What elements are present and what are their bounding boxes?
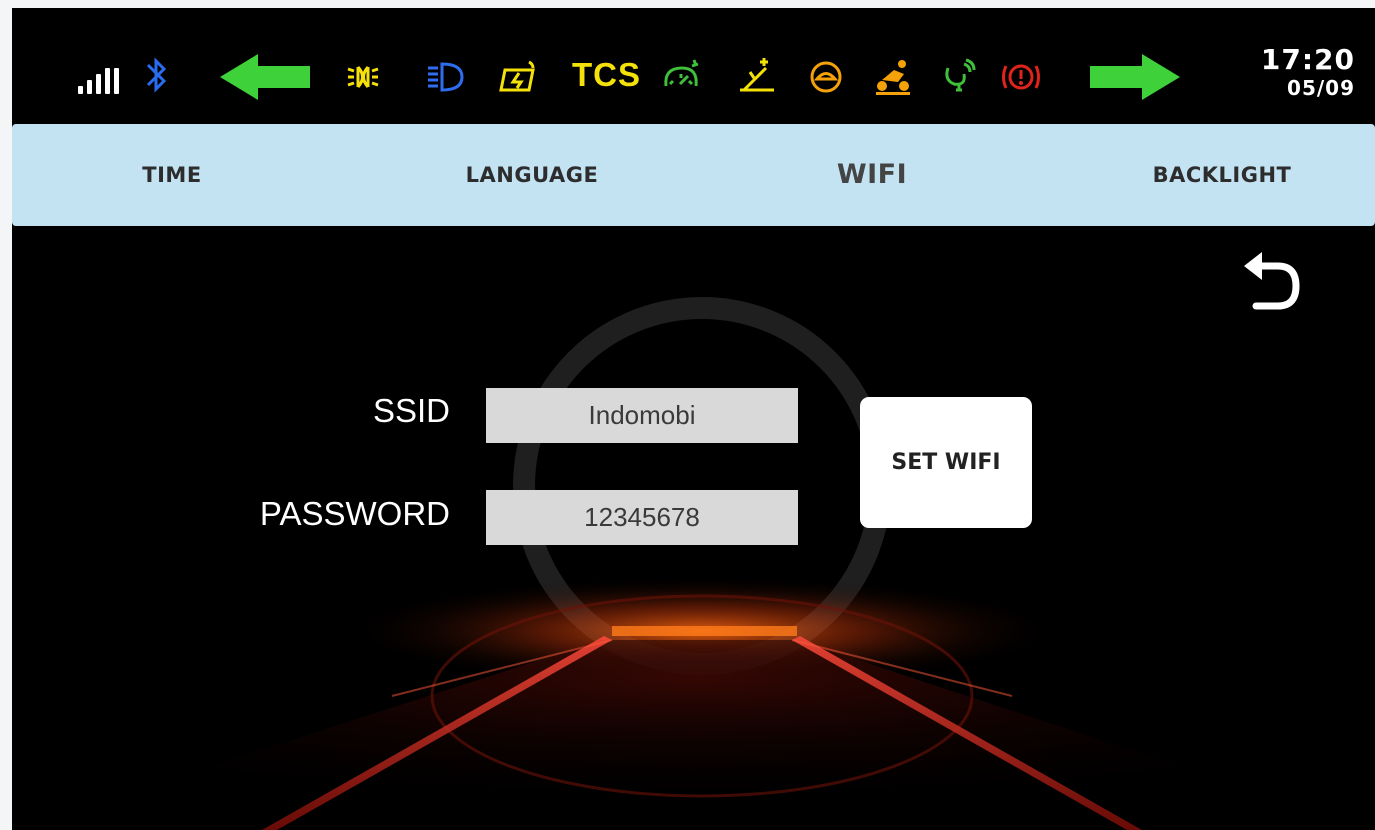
ssid-label: SSID (372, 392, 450, 429)
back-arrow-icon[interactable] (1238, 248, 1302, 316)
position-light-icon (347, 65, 379, 89)
tab-wifi[interactable]: WIFI (812, 124, 932, 226)
status-bar: TCS 17:20 05/09 (12, 8, 1375, 124)
bluetooth-icon (146, 57, 167, 93)
signal-bars-icon (78, 68, 128, 94)
traction-control-label: TCS (572, 56, 641, 93)
clock-time: 17:20 (1260, 43, 1355, 76)
high-beam-icon (428, 62, 464, 92)
password-input[interactable] (486, 490, 798, 545)
dashboard-screen: TCS 17:20 05/09 TIME LANGUAGE WIFI BACKL… (12, 8, 1375, 830)
ssid-input[interactable] (486, 388, 798, 443)
clock-date: 05/09 (1287, 76, 1355, 100)
set-wifi-button[interactable]: SET WIFI (860, 397, 1032, 528)
tab-backlight[interactable]: BACKLIGHT (1122, 124, 1322, 226)
turn-signal-left-icon (220, 54, 310, 100)
clock: 17:20 05/09 (1260, 43, 1355, 100)
tab-language[interactable]: LANGUAGE (432, 124, 632, 226)
turn-signal-right-icon (1090, 54, 1180, 100)
eco-mode-icon (810, 61, 842, 93)
side-stand-icon (740, 58, 774, 92)
rider-mode-icon (876, 60, 910, 95)
gps-signal-icon (945, 58, 976, 92)
battery-charge-warning-icon (499, 60, 535, 92)
settings-tab-bar: TIME LANGUAGE WIFI BACKLIGHT (12, 124, 1375, 226)
brake-warning-icon (1002, 64, 1040, 90)
speedometer-warning-icon (664, 59, 699, 87)
password-label: PASSWORD (259, 495, 450, 532)
tab-time[interactable]: TIME (112, 124, 232, 226)
